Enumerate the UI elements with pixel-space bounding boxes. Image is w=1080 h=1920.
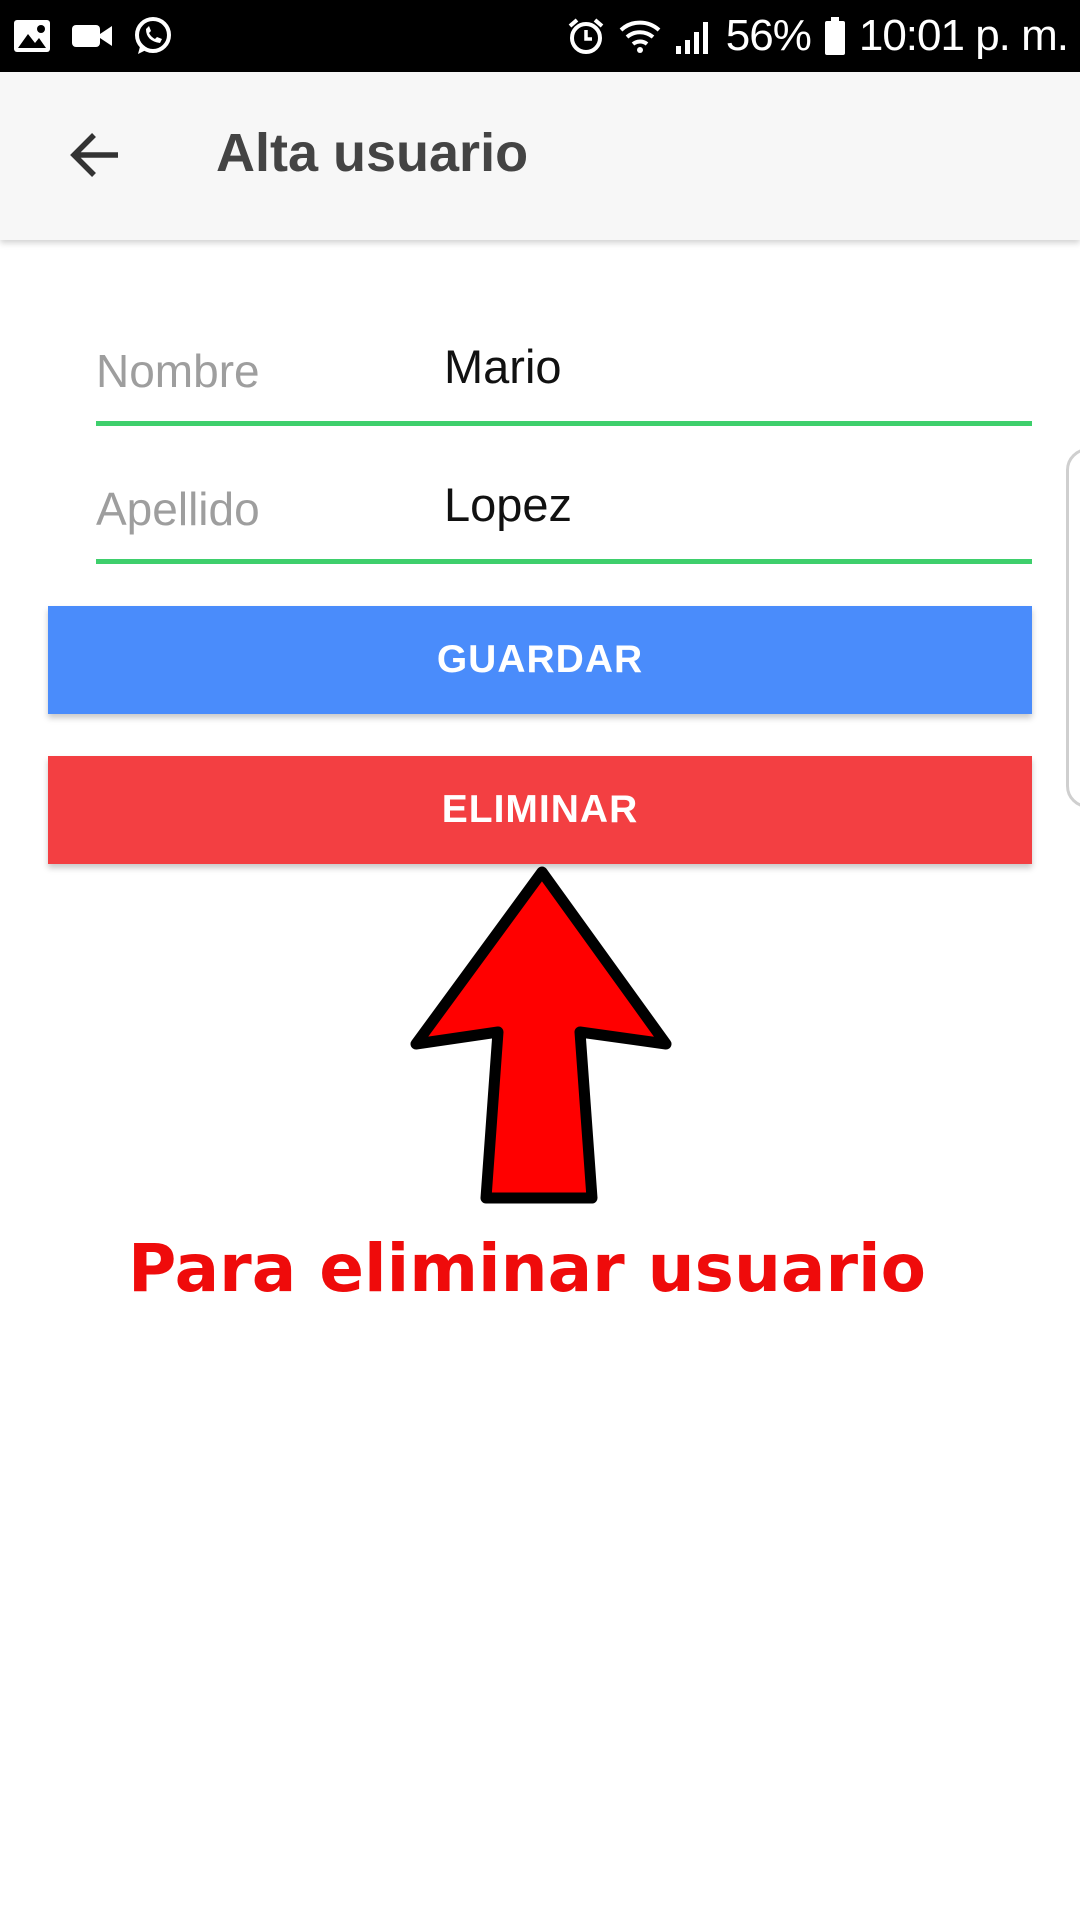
- page-title: Alta usuario: [216, 123, 529, 183]
- edge-panel-handle[interactable]: [1066, 448, 1080, 808]
- status-right-icons: 56% 10:01 p. m.: [566, 11, 1069, 61]
- status-left-icons: [12, 15, 174, 57]
- apellido-field[interactable]: Apellido: [96, 434, 1032, 564]
- apellido-label: Apellido: [96, 483, 260, 535]
- screen: 56% 10:01 p. m. Alta usuario Nombre Mari…: [0, 0, 1080, 1920]
- arrow-left-icon: [68, 130, 122, 185]
- signal-icon: [674, 16, 714, 56]
- nombre-input[interactable]: [444, 330, 1024, 402]
- back-button[interactable]: [62, 124, 128, 190]
- status-bar: 56% 10:01 p. m.: [0, 0, 1080, 72]
- battery-percentage: 56%: [725, 11, 812, 60]
- arrow-up-icon: [400, 858, 682, 1210]
- apellido-input[interactable]: [444, 468, 1024, 540]
- battery-icon: [823, 16, 847, 56]
- whatsapp-icon: [132, 15, 174, 57]
- alarm-icon: [566, 16, 606, 56]
- status-time: 10:01 p. m.: [858, 11, 1069, 60]
- wifi-icon: [618, 16, 662, 56]
- gallery-icon: [12, 18, 52, 54]
- app-bar: Alta usuario: [0, 72, 1080, 240]
- nombre-field[interactable]: Nombre: [96, 296, 1032, 426]
- save-button[interactable]: GUARDAR: [48, 606, 1032, 714]
- video-camera-icon: [70, 21, 114, 51]
- nombre-label: Nombre: [96, 345, 260, 397]
- delete-button[interactable]: ELIMINAR: [48, 756, 1032, 864]
- annotation-text: Para eliminar usuario: [128, 1230, 926, 1307]
